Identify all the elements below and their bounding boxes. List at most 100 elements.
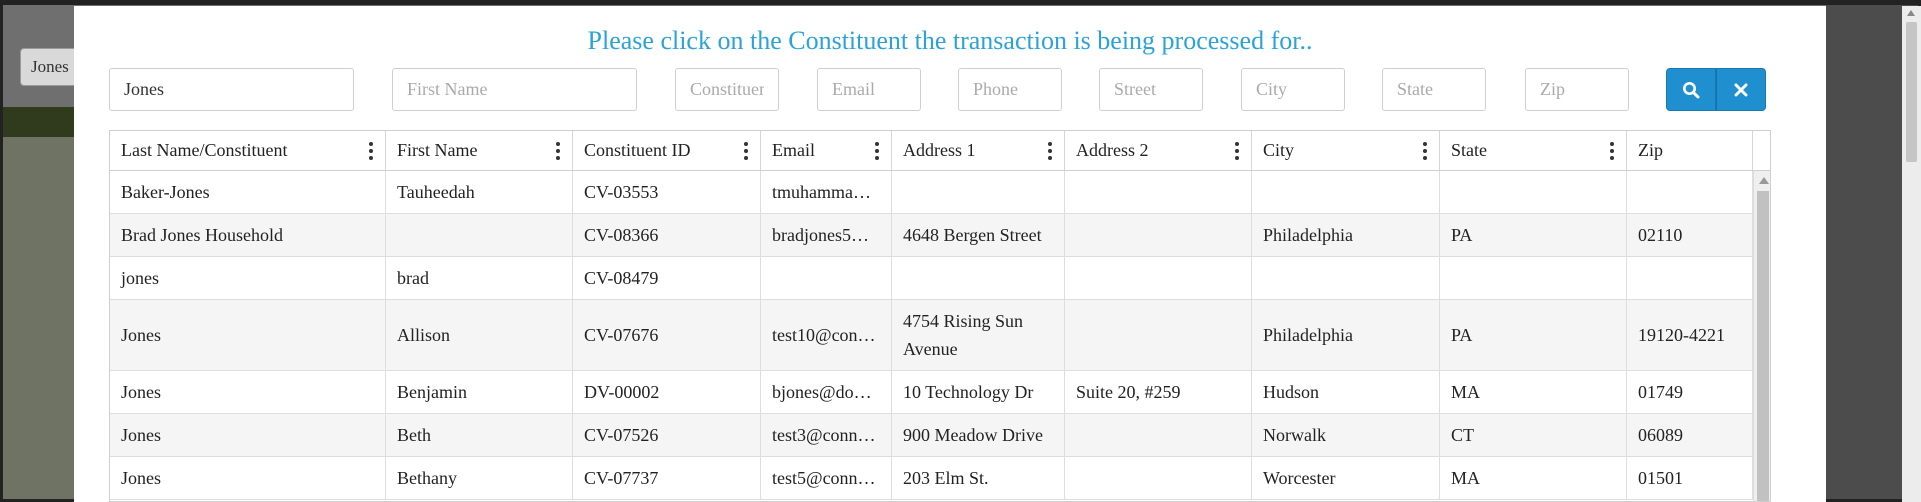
cell-first-name: Beth	[386, 414, 573, 456]
column-header-label: Last Name/Constituent	[121, 140, 288, 160]
cell-address-2	[1065, 171, 1252, 213]
cell-constituent-id: CV-08479	[573, 257, 761, 299]
page-scrollbar[interactable]	[1902, 6, 1921, 502]
column-header-constituent-id[interactable]: Constituent ID	[573, 131, 761, 170]
constituent-lookup-modal: Please click on the Constituent the tran…	[74, 6, 1826, 502]
column-header-label: State	[1451, 140, 1487, 160]
zip-filter-input[interactable]	[1525, 68, 1629, 111]
column-header-label: Address 1	[903, 140, 976, 160]
cell-city: Philadelphia	[1252, 300, 1440, 370]
cell-email: bjones@do…	[761, 371, 892, 413]
street-filter-input[interactable]	[1099, 68, 1203, 111]
cell-zip: 19120-4221	[1627, 300, 1753, 370]
cell-zip: 06089	[1627, 414, 1753, 456]
cell-zip: 02110	[1627, 214, 1753, 256]
table-row[interactable]: Jones Beth CV-07526 test3@conn… 900 Mead…	[110, 414, 1753, 457]
cell-email-text: bjones@do…	[772, 382, 872, 402]
cell-state	[1440, 257, 1627, 299]
phone-filter-input[interactable]	[958, 68, 1062, 111]
column-header-label: Zip	[1638, 140, 1663, 160]
cell-first-name: Bethany	[386, 457, 573, 499]
cell-constituent-id: CV-07676	[573, 300, 761, 370]
table-row[interactable]: Jones Bethany CV-07737 test5@conn… 203 E…	[110, 457, 1753, 500]
column-header-label: Email	[772, 140, 815, 160]
page-scrollbar-thumb[interactable]	[1906, 22, 1917, 162]
window-frame-left	[0, 0, 3, 502]
table-row[interactable]: Brad Jones Household CV-08366 bradjones5…	[110, 214, 1753, 257]
column-header-city[interactable]: City	[1252, 131, 1440, 170]
cell-address-2	[1065, 414, 1252, 456]
grid-header: Last Name/Constituent First Name Constit…	[110, 131, 1770, 171]
table-row[interactable]: Jones Benjamin DV-00002 bjones@do… 10 Te…	[110, 371, 1753, 414]
cell-address-2: Suite 20, #259	[1065, 371, 1252, 413]
cell-last-name: Baker-Jones	[110, 171, 386, 213]
cell-email: test10@con…	[761, 300, 892, 370]
cell-address-1	[892, 171, 1065, 213]
grid-scrollbar[interactable]	[1753, 171, 1770, 501]
grid-scrollbar-thumb[interactable]	[1757, 191, 1769, 501]
column-header-last-name[interactable]: Last Name/Constituent	[110, 131, 386, 170]
column-header-label: Constituent ID	[584, 140, 691, 160]
cell-zip: 01501	[1627, 457, 1753, 499]
cell-email-text: tmuhamma…	[772, 182, 871, 202]
cell-address-1: 10 Technology Dr	[892, 371, 1065, 413]
cell-constituent-id: DV-00002	[573, 371, 761, 413]
cell-email: tmuhamma…	[761, 171, 892, 213]
email-filter-input[interactable]	[817, 68, 921, 111]
cell-address-1: 203 Elm St.	[892, 457, 1065, 499]
column-menu-icon[interactable]	[1048, 142, 1052, 160]
cell-city	[1252, 257, 1440, 299]
cell-zip	[1627, 171, 1753, 213]
cell-email: test3@conn…	[761, 414, 892, 456]
column-header-label: First Name	[397, 140, 478, 160]
column-header-address-2[interactable]: Address 2	[1065, 131, 1252, 170]
table-row[interactable]: jones brad CV-08479	[110, 257, 1753, 300]
cell-last-name: Jones	[110, 300, 386, 370]
table-row[interactable]: Baker-Jones Tauheedah CV-03553 tmuhamma…	[110, 171, 1753, 214]
constituent-id-filter-input[interactable]	[675, 68, 779, 111]
column-menu-icon[interactable]	[369, 142, 373, 160]
cell-constituent-id: CV-08366	[573, 214, 761, 256]
cell-state: MA	[1440, 457, 1627, 499]
cell-address-1	[892, 257, 1065, 299]
column-header-first-name[interactable]: First Name	[386, 131, 573, 170]
cell-last-name: Jones	[110, 371, 386, 413]
table-row[interactable]: Jones Allison CV-07676 test10@con… 4754 …	[110, 300, 1753, 371]
cell-address-2	[1065, 214, 1252, 256]
column-menu-icon[interactable]	[1235, 142, 1239, 160]
window-frame-top	[0, 0, 1921, 5]
cell-last-name: jones	[110, 257, 386, 299]
column-header-label: City	[1263, 140, 1295, 160]
search-button[interactable]	[1666, 68, 1716, 111]
clear-button[interactable]	[1716, 68, 1766, 111]
column-menu-icon[interactable]	[875, 142, 879, 160]
cell-constituent-id: CV-03553	[573, 171, 761, 213]
last-name-filter-input[interactable]	[109, 68, 354, 111]
city-filter-input[interactable]	[1241, 68, 1345, 111]
column-menu-icon[interactable]	[1610, 142, 1614, 160]
cell-address-2	[1065, 300, 1252, 370]
first-name-filter-input[interactable]	[392, 68, 637, 111]
cell-first-name: Benjamin	[386, 371, 573, 413]
column-menu-icon[interactable]	[1423, 142, 1427, 160]
state-filter-input[interactable]	[1382, 68, 1486, 111]
column-header-address-1[interactable]: Address 1	[892, 131, 1065, 170]
cell-address-2	[1065, 257, 1252, 299]
cell-zip: 01749	[1627, 371, 1753, 413]
cell-state: CT	[1440, 414, 1627, 456]
cell-last-name: Jones	[110, 414, 386, 456]
cell-email-text: bradjones5…	[772, 225, 869, 245]
cell-city	[1252, 171, 1440, 213]
search-icon	[1683, 81, 1700, 98]
scroll-up-arrow-icon[interactable]	[1759, 177, 1769, 184]
cell-address-1: 900 Meadow Drive	[892, 414, 1065, 456]
column-header-zip[interactable]: Zip	[1627, 131, 1753, 170]
column-header-state[interactable]: State	[1440, 131, 1627, 170]
cell-address-2	[1065, 457, 1252, 499]
column-header-email[interactable]: Email	[761, 131, 892, 170]
cell-email: bradjones5…	[761, 214, 892, 256]
cell-email-text: test5@conn…	[772, 468, 876, 488]
column-menu-icon[interactable]	[556, 142, 560, 160]
scroll-up-arrow-icon[interactable]	[1907, 10, 1915, 16]
column-menu-icon[interactable]	[744, 142, 748, 160]
